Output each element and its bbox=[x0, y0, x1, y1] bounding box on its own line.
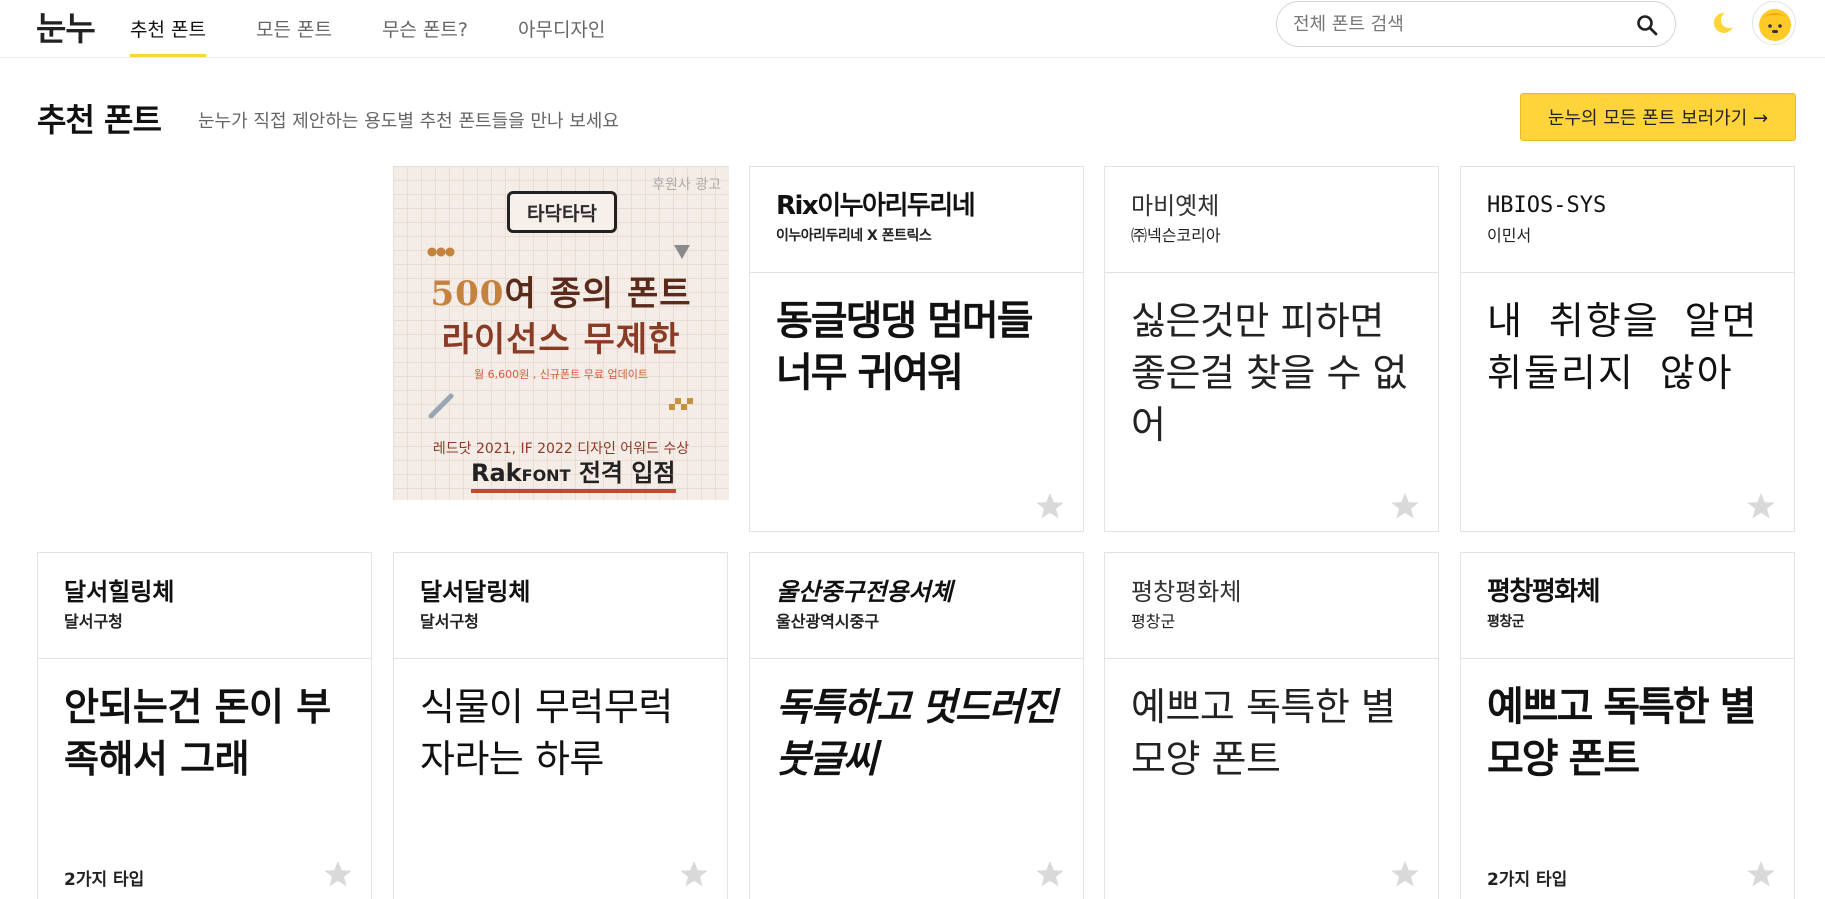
search-input[interactable] bbox=[1293, 2, 1613, 46]
font-name: 울산중구전용서체 bbox=[776, 577, 953, 606]
font-card[interactable]: HBIOS-SYS 이민서 내 취향을 알면 휘둘리지 않아 bbox=[1460, 166, 1795, 532]
user-face-icon bbox=[1759, 9, 1791, 41]
nav-all-fonts[interactable]: 모든 폰트 bbox=[256, 0, 332, 57]
font-preview: 예쁘고 독특한 별 모양 폰트 bbox=[1487, 684, 1756, 782]
font-type-count: 2가지 타입 bbox=[64, 870, 145, 890]
font-card[interactable]: 평창평화체 평창군 예쁘고 독특한 별 모양 폰트 bbox=[1104, 552, 1439, 899]
font-name: 평창평화체 bbox=[1131, 578, 1242, 606]
star-icon[interactable] bbox=[1746, 859, 1776, 889]
font-card-footer bbox=[1487, 487, 1776, 531]
font-maker: 울산광역시중구 bbox=[776, 612, 880, 631]
ad-price: 월 6,600원 , 신규폰트 무료 업데이트 bbox=[474, 368, 648, 381]
font-card[interactable]: 달서힐링체 달서구청 안되는건 돈이 부족해서 그래 2가지 타입 bbox=[37, 552, 372, 899]
star-icon[interactable] bbox=[1035, 491, 1065, 521]
font-card[interactable]: 마비옛체 ㈜넥슨코리아 싫은것만 피하면 좋은걸 찾을 수 없어 bbox=[1104, 166, 1439, 532]
font-card-header: 평창평화체 평창군 bbox=[1105, 553, 1438, 659]
font-preview: 싫은것만 피하면 좋은걸 찾을 수 없어 bbox=[1131, 299, 1407, 447]
font-maker: 이민서 bbox=[1487, 226, 1532, 245]
pencil-decoration-icon bbox=[428, 393, 454, 419]
font-preview: 식물이 무럭무럭 자라는 하루 bbox=[420, 685, 673, 781]
top-header: 눈누 추천 폰트 모든 폰트 무슨 폰트? 아무디자인 bbox=[0, 0, 1825, 58]
font-card-footer: 2가지 타입 bbox=[1487, 855, 1776, 899]
avatar[interactable] bbox=[1752, 1, 1796, 45]
star-icon[interactable] bbox=[1035, 859, 1065, 889]
font-maker: 달서구청 bbox=[420, 612, 479, 631]
ad-brand: RakFONT 전격 입점 bbox=[471, 453, 676, 493]
font-card[interactable]: 울산중구전용서체 울산광역시중구 독특하고 멋드러진 붓글씨 bbox=[749, 552, 1084, 899]
font-maker: 평창군 bbox=[1131, 612, 1176, 631]
font-name: 달서달링체 bbox=[420, 578, 531, 606]
triangle-decoration-icon bbox=[674, 245, 690, 259]
main-nav: 추천 폰트 모든 폰트 무슨 폰트? 아무디자인 bbox=[130, 0, 655, 58]
font-card-header: 울산중구전용서체 울산광역시중구 bbox=[750, 553, 1083, 659]
font-maker: ㈜넥슨코리아 bbox=[1131, 226, 1221, 245]
ad-headline-rest: 여 종의 폰트 bbox=[504, 274, 692, 314]
dots-decoration-icon bbox=[427, 247, 455, 257]
nav-amudesign[interactable]: 아무디자인 bbox=[518, 0, 605, 57]
nav-what-font[interactable]: 무슨 폰트? bbox=[382, 0, 468, 57]
ad-badge: 후원사 광고 bbox=[652, 177, 721, 193]
star-icon[interactable] bbox=[1746, 491, 1776, 521]
font-card-header: 달서달링체 달서구청 bbox=[394, 553, 727, 659]
font-card-footer: 2가지 타입 bbox=[64, 855, 353, 899]
site-logo[interactable]: 눈누 bbox=[36, 2, 96, 50]
font-maker: 달서구청 bbox=[64, 612, 123, 631]
font-preview: 내 취향을 알면 휘둘리지 않아 bbox=[1487, 299, 1759, 395]
ad-brand-rest: 전격 입점 bbox=[570, 459, 676, 487]
star-icon[interactable] bbox=[1390, 491, 1420, 521]
ad-headline-1: 500여 종의 폰트 bbox=[393, 266, 729, 315]
font-card-header: 평창평화체 평창군 bbox=[1461, 553, 1794, 659]
star-icon[interactable] bbox=[1390, 859, 1420, 889]
all-fonts-button[interactable]: 눈누의 모든 폰트 보러가기 → bbox=[1520, 93, 1796, 141]
font-card-footer bbox=[420, 855, 709, 899]
page-subtitle: 눈누가 직접 제안하는 용도별 추천 폰트들을 만나 보세요 bbox=[198, 111, 619, 132]
font-name: HBIOS-SYS bbox=[1487, 193, 1607, 218]
font-type-count: 2가지 타입 bbox=[1487, 870, 1568, 890]
font-preview: 안되는건 돈이 부족해서 그래 bbox=[64, 685, 331, 781]
font-preview: 예쁘고 독특한 별 모양 폰트 bbox=[1131, 685, 1396, 781]
font-preview: 독특하고 멋드러진 붓글씨 bbox=[776, 684, 1057, 781]
ad-brand-small: FONT bbox=[521, 466, 571, 485]
font-maker: 이누아리두리네 X 폰트릭스 bbox=[776, 228, 932, 244]
font-card-footer bbox=[1131, 855, 1420, 899]
font-name: 마비옛체 bbox=[1131, 192, 1220, 220]
page-title: 추천 폰트 bbox=[37, 101, 162, 139]
font-card-footer bbox=[1131, 487, 1420, 531]
font-card[interactable]: Rix이누아리두리네 이누아리두리네 X 폰트릭스 동글댕댕 멈머들 너무 귀여… bbox=[749, 166, 1084, 532]
checker-decoration-icon bbox=[669, 398, 693, 410]
font-card-header: 마비옛체 ㈜넥슨코리아 bbox=[1105, 167, 1438, 273]
search-icon[interactable] bbox=[1635, 13, 1659, 37]
font-card-header: Rix이누아리두리네 이누아리두리네 X 폰트릭스 bbox=[750, 167, 1083, 273]
moon-icon[interactable] bbox=[1708, 9, 1736, 37]
star-icon[interactable] bbox=[323, 859, 353, 889]
font-name: 달서힐링체 bbox=[64, 578, 175, 606]
ad-logo: 타닥타닥 bbox=[507, 191, 617, 233]
font-card[interactable]: 평창평화체 평창군 예쁘고 독특한 별 모양 폰트 2가지 타입 bbox=[1460, 552, 1795, 899]
font-card-header: 달서힐링체 달서구청 bbox=[38, 553, 371, 659]
ad-headline-highlight: 500 bbox=[430, 274, 505, 314]
ad-headline-2: 라이선스 무제한 bbox=[441, 320, 681, 360]
font-card-header: HBIOS-SYS 이민서 bbox=[1461, 167, 1794, 273]
font-maker: 평창군 bbox=[1487, 614, 1525, 630]
nav-recommended-fonts[interactable]: 추천 폰트 bbox=[130, 0, 206, 57]
font-name: Rix이누아리두리네 bbox=[776, 191, 976, 221]
font-card-footer bbox=[776, 855, 1065, 899]
search-box bbox=[1276, 1, 1676, 47]
font-preview: 동글댕댕 멈머들 너무 귀여워 bbox=[776, 298, 1034, 396]
sponsor-ad[interactable]: 후원사 광고 타닥타닥 500여 종의 폰트 라이선스 무제한 월 6,600원… bbox=[393, 166, 729, 500]
font-card[interactable]: 달서달링체 달서구청 식물이 무럭무럭 자라는 하루 bbox=[393, 552, 728, 899]
star-icon[interactable] bbox=[679, 859, 709, 889]
font-card-footer bbox=[776, 487, 1065, 531]
font-name: 평창평화체 bbox=[1487, 577, 1601, 607]
ad-brand-bold: Rak bbox=[471, 459, 522, 487]
